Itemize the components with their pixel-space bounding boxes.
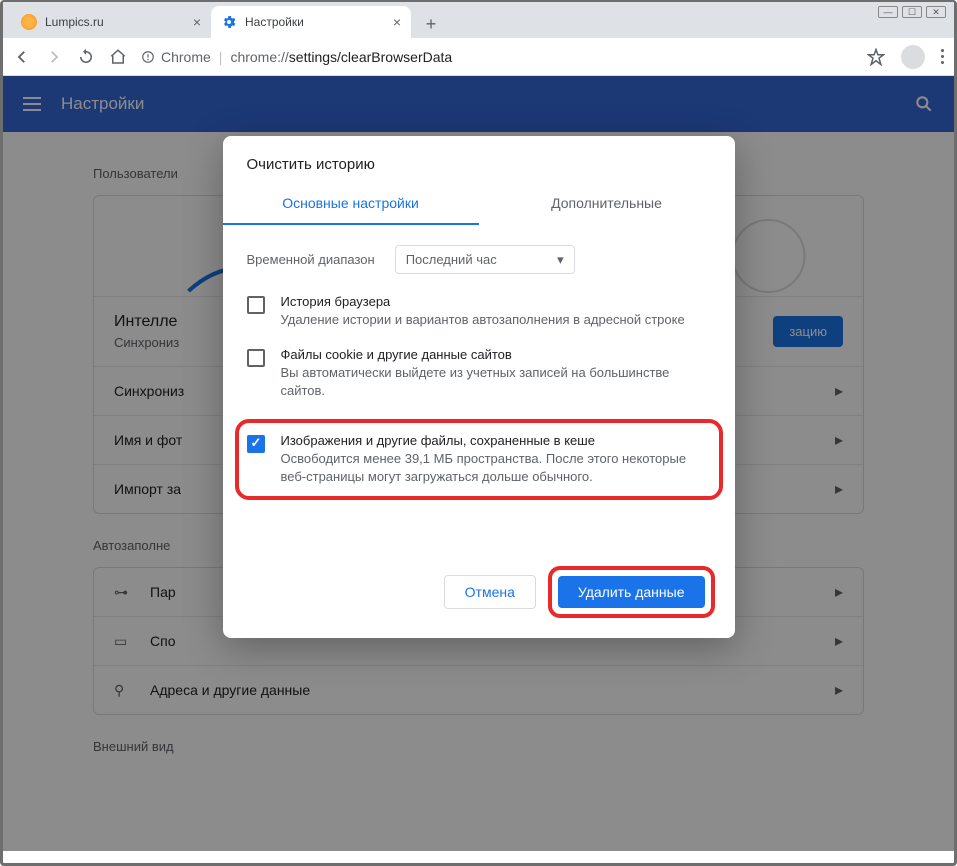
back-button[interactable] bbox=[13, 48, 31, 66]
tab-basic[interactable]: Основные настройки bbox=[223, 183, 479, 225]
home-button[interactable] bbox=[109, 48, 127, 66]
cancel-button[interactable]: Отмена bbox=[444, 575, 536, 609]
dialog-tabs: Основные настройки Дополнительные bbox=[223, 183, 735, 225]
new-tab-button[interactable]: + bbox=[417, 10, 445, 38]
tab-strip: Lumpics.ru × Настройки × + bbox=[3, 2, 954, 38]
content-area: Настройки Пользователи Интелле Синхрониз… bbox=[3, 76, 954, 851]
check-title: История браузера bbox=[281, 294, 685, 309]
forward-button[interactable] bbox=[45, 48, 63, 66]
checkbox-cookies[interactable]: Файлы cookie и другие данные сайтов Вы а… bbox=[247, 347, 711, 400]
check-sub: Вы автоматически выйдете из учетных запи… bbox=[281, 364, 711, 400]
tab-advanced[interactable]: Дополнительные bbox=[479, 183, 735, 225]
clear-data-dialog: Очистить историю Основные настройки Допо… bbox=[223, 136, 735, 638]
checkbox-cache[interactable]: Изображения и другие файлы, сохраненные … bbox=[247, 433, 711, 486]
dialog-title: Очистить историю bbox=[223, 136, 735, 183]
tab-title: Lumpics.ru bbox=[45, 15, 185, 29]
checkbox-icon[interactable] bbox=[247, 296, 265, 314]
bookmark-icon[interactable] bbox=[867, 48, 885, 66]
minimize-button[interactable]: — bbox=[878, 6, 898, 18]
favicon-gear-icon bbox=[221, 14, 237, 30]
dialog-actions: Отмена Удалить данные bbox=[223, 506, 735, 638]
check-sub: Освободится менее 39,1 МБ пространства. … bbox=[281, 450, 711, 486]
time-range-label: Временной диапазон bbox=[247, 252, 375, 267]
time-range-select[interactable]: Последний час bbox=[395, 245, 575, 274]
maximize-button[interactable]: ☐ bbox=[902, 6, 922, 18]
reload-button[interactable] bbox=[77, 48, 95, 66]
menu-button[interactable] bbox=[941, 49, 944, 64]
tab-settings[interactable]: Настройки × bbox=[211, 6, 411, 38]
close-tab-icon[interactable]: × bbox=[393, 14, 401, 30]
confirm-button[interactable]: Удалить данные bbox=[558, 576, 705, 608]
check-title: Файлы cookie и другие данные сайтов bbox=[281, 347, 711, 362]
close-tab-icon[interactable]: × bbox=[193, 14, 201, 30]
browser-window: — ☐ ✕ Lumpics.ru × Настройки × + bbox=[0, 0, 957, 866]
checkbox-history[interactable]: История браузера Удаление истории и вари… bbox=[247, 294, 711, 329]
security-label: Chrome bbox=[161, 49, 211, 65]
check-sub: Удаление истории и вариантов автозаполне… bbox=[281, 311, 685, 329]
profile-avatar[interactable] bbox=[901, 45, 925, 69]
modal-overlay: Очистить историю Основные настройки Допо… bbox=[3, 76, 954, 851]
security-icon: Chrome bbox=[141, 49, 211, 65]
highlight-confirm: Удалить данные bbox=[548, 566, 715, 618]
tab-title: Настройки bbox=[245, 15, 385, 29]
checkbox-icon[interactable] bbox=[247, 435, 265, 453]
highlight-cache: Изображения и другие файлы, сохраненные … bbox=[235, 419, 723, 500]
time-range-row: Временной диапазон Последний час bbox=[247, 245, 711, 274]
tab-lumpics[interactable]: Lumpics.ru × bbox=[11, 6, 211, 38]
address-bar[interactable]: Chrome | chrome://settings/clearBrowserD… bbox=[141, 49, 853, 65]
check-title: Изображения и другие файлы, сохраненные … bbox=[281, 433, 711, 448]
close-window-button[interactable]: ✕ bbox=[926, 6, 946, 18]
window-controls: — ☐ ✕ bbox=[878, 6, 946, 18]
favicon-orange-icon bbox=[21, 14, 37, 30]
toolbar: Chrome | chrome://settings/clearBrowserD… bbox=[3, 38, 954, 76]
url-text: chrome://settings/clearBrowserData bbox=[230, 49, 853, 65]
checkbox-icon[interactable] bbox=[247, 349, 265, 367]
